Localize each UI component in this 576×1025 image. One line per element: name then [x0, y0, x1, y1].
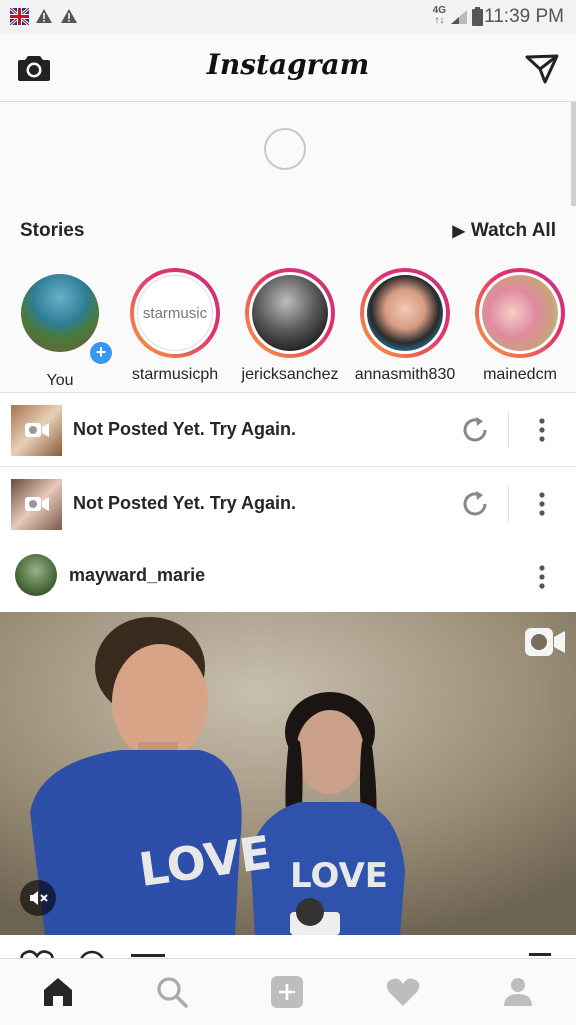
activity-heart-icon[interactable] — [384, 973, 422, 1011]
post-username[interactable]: mayward_marie — [69, 565, 205, 586]
video-icon — [25, 423, 49, 437]
app-logo: Instagram — [206, 48, 370, 81]
avatar[interactable] — [15, 554, 57, 596]
story-label: annasmith830 — [354, 366, 456, 383]
avatar: starmusic — [137, 275, 213, 351]
profile-icon[interactable] — [499, 973, 537, 1011]
app-bar: Instagram — [0, 34, 576, 102]
story-starmusicph[interactable]: starmusic starmusicph — [120, 268, 230, 384]
signal-icon — [451, 10, 467, 24]
story-jericksanchez[interactable]: jericksanchez — [235, 268, 345, 384]
volume-off-icon — [30, 891, 48, 905]
add-story-icon[interactable]: + — [88, 340, 114, 366]
divider — [508, 411, 509, 449]
more-options-icon[interactable] — [530, 415, 554, 445]
video-frame: LOVE LOVE — [0, 612, 576, 935]
post-video[interactable]: LOVE LOVE — [0, 612, 576, 935]
video-icon — [25, 497, 49, 511]
story-label: You — [46, 372, 74, 389]
stories-title: Stories — [20, 220, 85, 241]
story-you[interactable]: + You — [5, 268, 115, 390]
story-annasmith830[interactable]: annasmith830 — [350, 268, 460, 384]
story-mainedcm[interactable]: mainedcm — [465, 268, 575, 384]
pending-thumbnail — [11, 479, 62, 530]
warning-icon — [61, 9, 77, 23]
mute-toggle[interactable] — [20, 880, 56, 916]
pending-post-row: Not Posted Yet. Try Again. — [0, 393, 576, 467]
clock: 11:39 PM — [484, 6, 564, 27]
svg-text:LOVE: LOVE — [290, 856, 388, 896]
retry-icon[interactable] — [458, 487, 492, 521]
avatar — [252, 275, 328, 351]
story-label: mainedcm — [483, 366, 557, 383]
retry-icon[interactable] — [458, 413, 492, 447]
more-options-icon[interactable] — [530, 562, 554, 592]
avatar — [482, 275, 558, 351]
pending-message: Not Posted Yet. Try Again. — [73, 419, 297, 439]
warning-icon — [36, 9, 52, 23]
pending-message: Not Posted Yet. Try Again. — [73, 493, 297, 513]
stories-tray: Stories ▶ Watch All + You starmusic starm… — [0, 206, 576, 393]
network-type: 4G ↑↓ — [432, 5, 446, 26]
watch-all-button[interactable]: ▶ Watch All — [453, 220, 556, 242]
story-label: jericksanchez — [241, 366, 339, 383]
play-icon: ▶ — [452, 223, 465, 240]
battery-icon — [472, 7, 483, 26]
more-options-icon[interactable] — [530, 489, 554, 519]
home-icon[interactable] — [39, 973, 77, 1011]
story-label: starmusicph — [131, 366, 219, 383]
post-header: mayward_marie — [0, 540, 576, 612]
direct-message-icon[interactable] — [525, 54, 559, 84]
search-icon[interactable] — [153, 973, 191, 1011]
add-post-icon[interactable] — [268, 973, 306, 1011]
bottom-navigation — [0, 958, 576, 1025]
uk-flag-icon — [10, 8, 29, 25]
avatar: + — [15, 274, 114, 366]
avatar — [367, 275, 443, 351]
status-bar: 4G ↑↓ 11:39 PM — [0, 0, 576, 34]
video-camera-icon — [525, 628, 565, 656]
post-actions-row — [0, 935, 576, 959]
pending-thumbnail — [11, 405, 62, 456]
loading-spinner — [264, 128, 306, 170]
pending-post-row: Not Posted Yet. Try Again. — [0, 467, 576, 541]
refresh-area — [0, 102, 576, 212]
scrollbar[interactable] — [571, 102, 576, 212]
divider — [508, 485, 509, 523]
